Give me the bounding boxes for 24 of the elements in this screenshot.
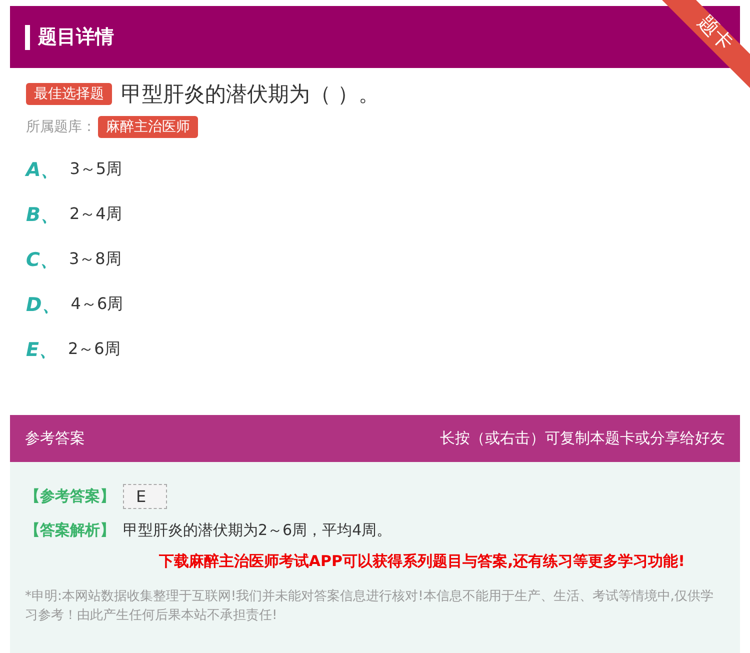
bank-tag[interactable]: 麻醉主治医师 [98, 116, 198, 138]
answer-title: 参考答案 [25, 429, 85, 448]
promo-link[interactable]: 下载麻醉主治医师考试APP可以获得系列题目与答案,还有练习等更多学习功能! [25, 552, 685, 571]
option-letter: B、 [26, 202, 60, 228]
answer-label: 【参考答案】 [25, 487, 115, 506]
page-title: 题目详情 [38, 25, 114, 50]
option-text: 2～4周 [69, 204, 122, 225]
option-letter: A、 [26, 158, 60, 182]
question-type-tag: 最佳选择题 [26, 83, 112, 105]
question-text: 甲型肝炎的潜伏期为（ ）。 [121, 81, 380, 108]
option-letter: E、 [26, 338, 58, 362]
option-text: 2～6周 [68, 339, 120, 360]
answer-value: E [123, 484, 168, 509]
title-marker [25, 24, 30, 50]
analysis-label: 【答案解析】 [25, 521, 115, 540]
option-letter: D、 [26, 292, 61, 318]
share-hint: 长按（或右击）可复制本题卡或分享给好友 [440, 429, 725, 448]
bank-label: 所属题库： [26, 118, 96, 136]
analysis-text: 甲型肝炎的潜伏期为2～6周，平均4周。 [123, 521, 392, 540]
option-letter: C、 [26, 248, 59, 272]
option-text: 4～6周 [70, 294, 124, 315]
option-text: 3～8周 [68, 249, 122, 270]
option-text: 3～5周 [70, 159, 122, 180]
disclaimer-text: *申明:本网站数据收集整理于互联网!我们并未能对答案信息进行核对!本信息不能用于生产、生活、考试等情境中,仅供学习参考！由此产生任何后果本站不承担责任! [25, 588, 714, 625]
